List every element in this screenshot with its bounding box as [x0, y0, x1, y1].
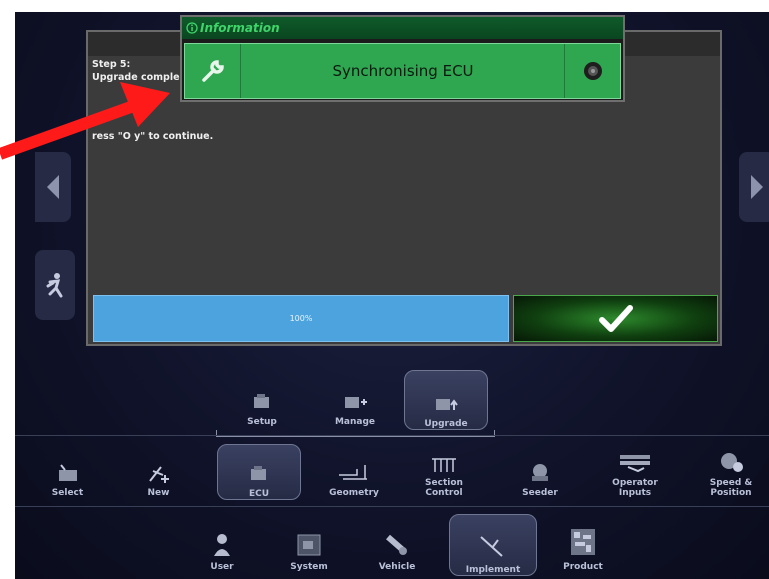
info-icon: [186, 22, 198, 34]
menu-implement[interactable]: Implement: [449, 514, 537, 576]
menu-speed-position-label-1: Speed &: [709, 478, 753, 488]
ecu-upgrade-icon: [436, 399, 458, 410]
select-icon: [58, 464, 77, 481]
menu-new-label: New: [147, 488, 170, 498]
new-icon: [148, 466, 169, 483]
menu-manage-label: Manage: [334, 417, 376, 427]
menu-setup-label: Setup: [247, 417, 277, 427]
vehicle-icon: [386, 534, 407, 555]
information-popup: Information Synchronising ECU: [180, 15, 625, 102]
information-message: Synchronising ECU: [332, 62, 474, 80]
menu-setup[interactable]: Setup: [237, 372, 287, 427]
speed-position-icon: [721, 453, 743, 472]
section-control-icon: [432, 458, 456, 472]
arrow-right-icon: [751, 175, 763, 199]
geometry-icon: [339, 465, 367, 480]
menu-vehicle[interactable]: Vehicle: [367, 520, 427, 572]
step-heading: Step 5: Upgrade comple: [92, 58, 180, 84]
mute-button[interactable]: [564, 44, 620, 98]
checkmark-icon: [598, 304, 633, 332]
menu-system-label: System: [290, 562, 328, 572]
menu-upgrade[interactable]: Upgrade: [404, 370, 488, 430]
menu-select-label: Select: [51, 488, 84, 498]
information-title: Information: [200, 21, 280, 35]
runner-icon: [46, 273, 63, 298]
menu-seeder-label: Seeder: [522, 488, 558, 498]
information-header: Information: [182, 17, 623, 39]
speaker-icon: [583, 62, 602, 80]
menu-speed-position[interactable]: Speed & Position: [699, 444, 763, 498]
implement-icon: [480, 536, 503, 557]
menu-implement-label: Implement: [465, 565, 521, 575]
screen: Step 5: Upgrade comple ress "O y" to con…: [15, 12, 769, 579]
ecu-manage-icon: [345, 397, 367, 408]
menu-product[interactable]: Product: [553, 516, 613, 572]
wrench-icon-cell: [185, 44, 241, 98]
menu-operator-inputs[interactable]: Operator Inputs: [603, 444, 667, 498]
menu-ecu-label: ECU: [248, 489, 270, 499]
information-message-bar: Synchronising ECU: [184, 43, 621, 99]
step-status: Upgrade comple: [92, 72, 180, 83]
ecu-setup-icon: [254, 394, 269, 408]
menu-speed-position-label-2: Position: [710, 488, 752, 498]
operator-inputs-icon: [620, 455, 650, 473]
previous-page-button[interactable]: [35, 152, 71, 222]
next-page-button[interactable]: [739, 152, 769, 222]
instruction-text: ress "O y" to continue.: [92, 131, 214, 142]
menu-vehicle-label: Vehicle: [378, 562, 416, 572]
menu-section-control[interactable]: Section Control: [413, 446, 475, 498]
menu-operator-inputs-label-2: Inputs: [618, 488, 652, 498]
step-number: Step 5:: [92, 59, 131, 70]
divider: [15, 435, 769, 436]
menu-new[interactable]: New: [131, 448, 186, 498]
menu-select[interactable]: Select: [40, 448, 95, 498]
ok-button[interactable]: [513, 295, 718, 342]
menu-user[interactable]: User: [197, 520, 247, 572]
seeder-icon: [532, 464, 548, 481]
menu-ecu[interactable]: ECU: [217, 444, 301, 500]
menu-product-label: Product: [563, 562, 603, 572]
quick-action-button[interactable]: [35, 250, 75, 320]
progress-bar: 100%: [93, 295, 509, 342]
divider: [15, 506, 769, 507]
menu-system[interactable]: System: [279, 520, 339, 572]
menu-manage[interactable]: Manage: [327, 372, 383, 427]
menu-geometry[interactable]: Geometry: [323, 448, 385, 498]
menu-upgrade-label: Upgrade: [424, 419, 468, 429]
menu-section-control-label-1: Section: [425, 478, 463, 488]
menu-section-control-label-2: Control: [425, 488, 463, 498]
progress-label: 100%: [289, 314, 313, 323]
arrow-left-icon: [47, 175, 59, 199]
menu-seeder[interactable]: Seeder: [511, 448, 569, 498]
menu-user-label: User: [210, 562, 234, 572]
product-icon: [571, 529, 595, 555]
system-icon: [297, 534, 321, 556]
wrench-icon: [201, 60, 224, 82]
ecu-icon: [251, 466, 266, 480]
menu-operator-inputs-label-1: Operator: [612, 478, 658, 488]
menu-geometry-label: Geometry: [329, 488, 379, 498]
user-icon: [214, 534, 230, 556]
